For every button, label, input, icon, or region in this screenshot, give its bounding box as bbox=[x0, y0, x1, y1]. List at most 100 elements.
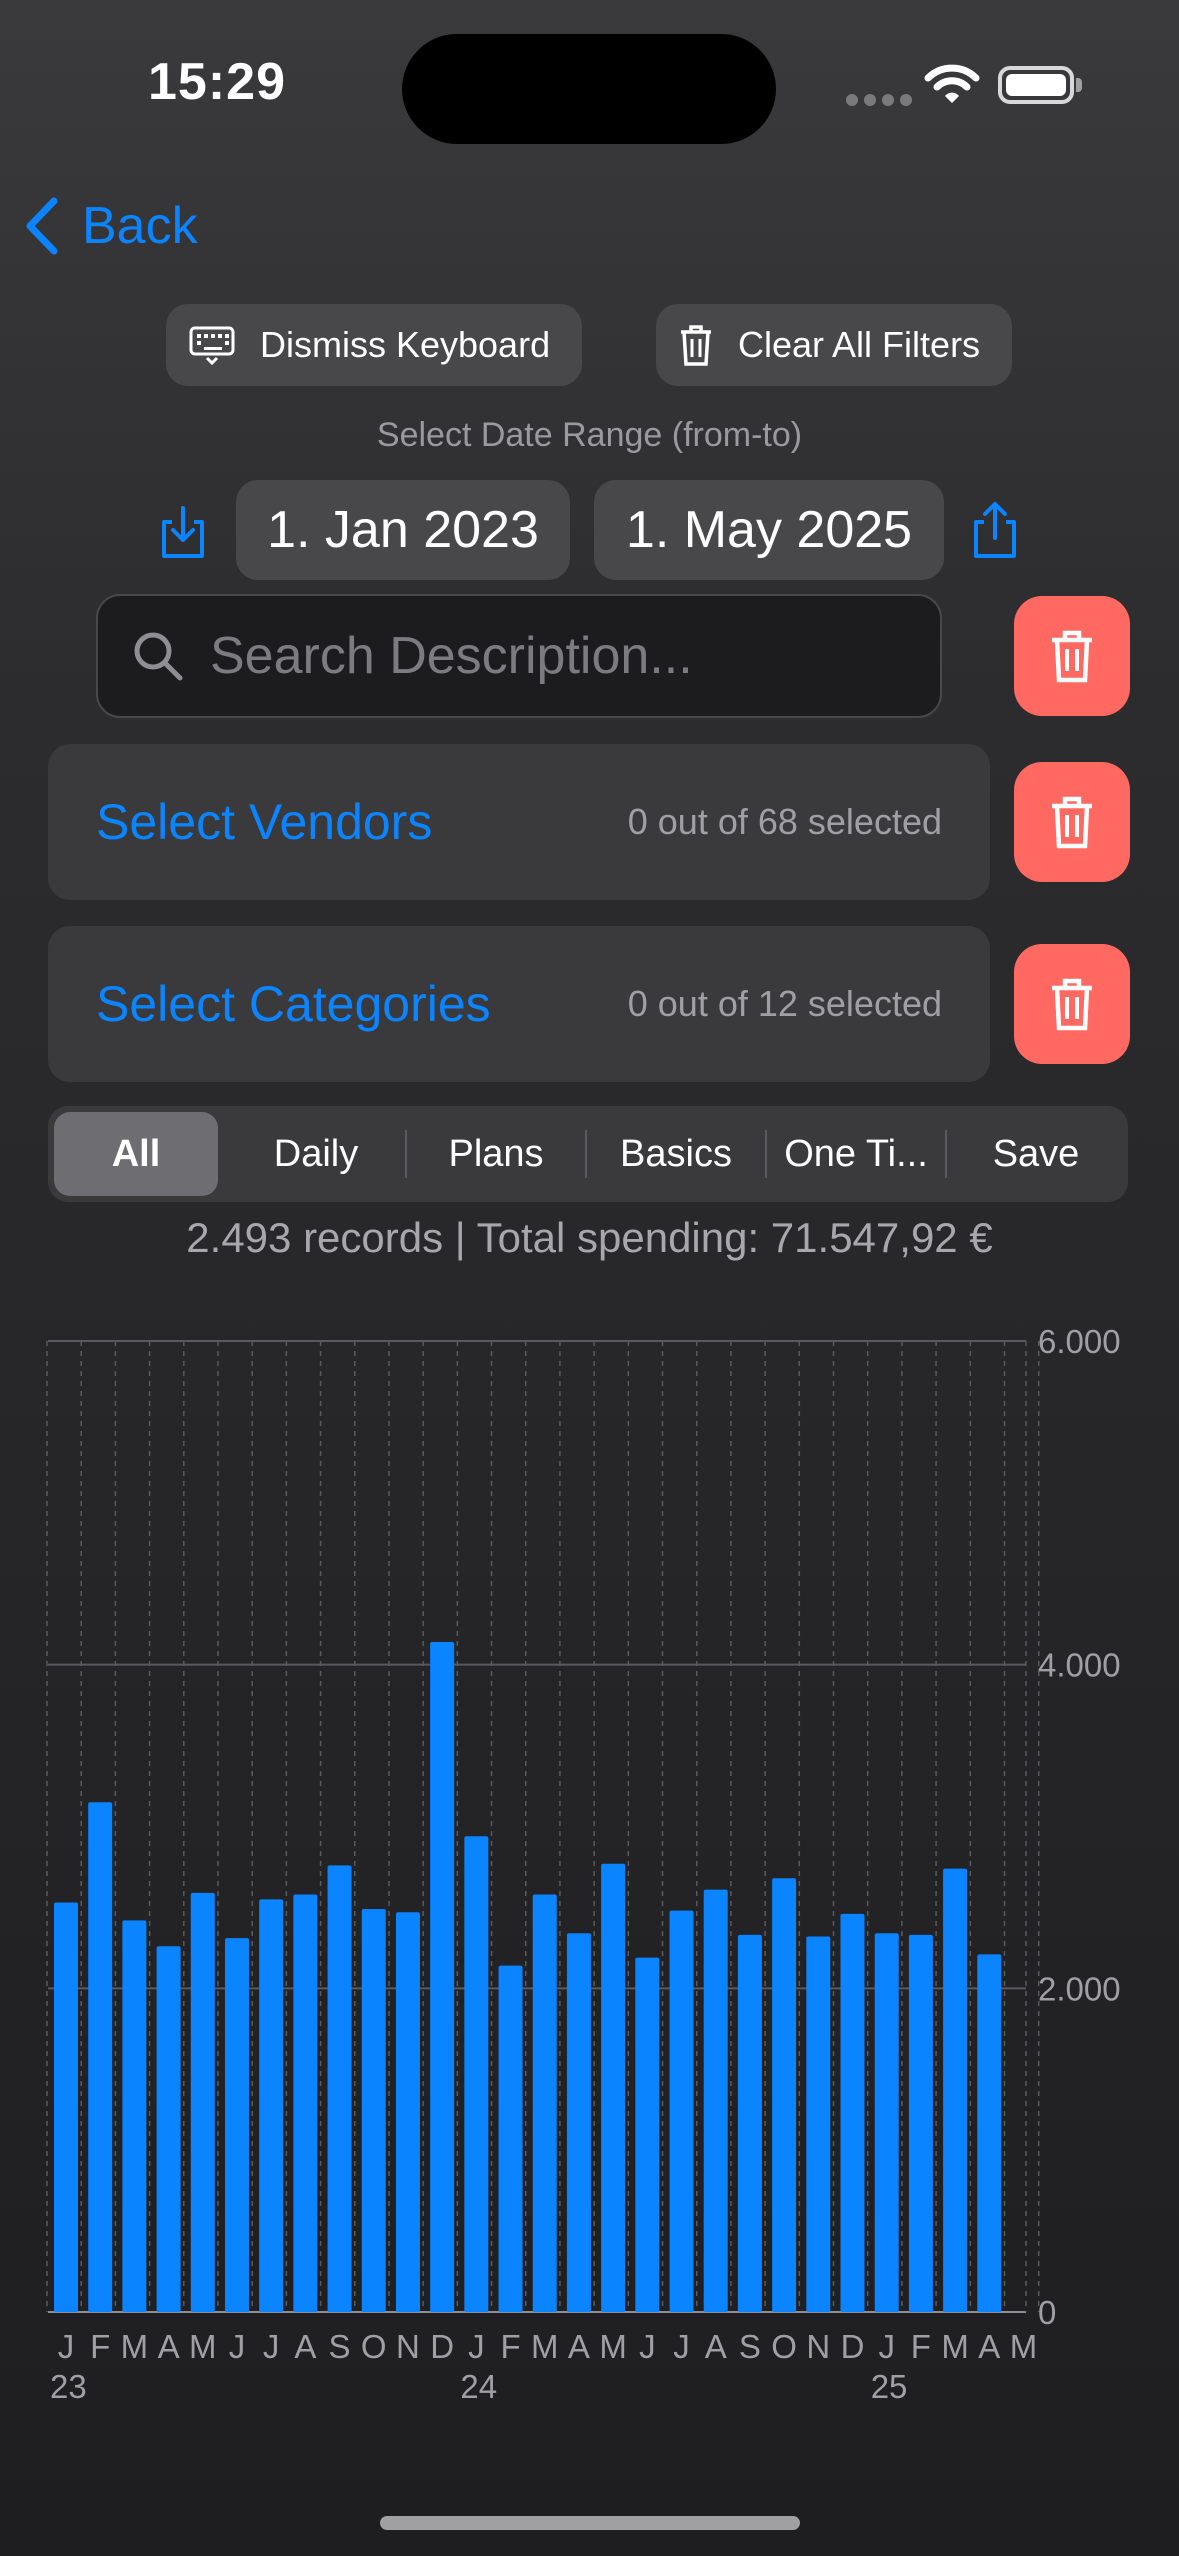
bar bbox=[532, 1894, 557, 2312]
trash-icon bbox=[1052, 630, 1092, 683]
x-tick-label: M bbox=[189, 2328, 217, 2365]
bar bbox=[190, 1892, 215, 2312]
dynamic-island bbox=[402, 34, 776, 144]
x-tick-label: M bbox=[941, 2328, 969, 2365]
x-tick-label: J bbox=[878, 2328, 895, 2365]
battery-icon bbox=[998, 66, 1074, 104]
bar bbox=[498, 1965, 523, 2312]
x-tick-label: A bbox=[568, 2328, 590, 2365]
share-icon[interactable] bbox=[970, 500, 1020, 560]
bar bbox=[669, 1910, 694, 2312]
x-tick-label: M bbox=[531, 2328, 559, 2365]
select-categories-row[interactable]: Select Categories 0 out of 12 selected bbox=[48, 926, 990, 1082]
bar bbox=[88, 1802, 113, 2312]
x-tick-label: F bbox=[90, 2328, 110, 2365]
bar bbox=[772, 1878, 797, 2312]
segment-divider bbox=[585, 1130, 587, 1178]
bar bbox=[840, 1913, 865, 2312]
back-label: Back bbox=[82, 197, 198, 255]
bar bbox=[943, 1868, 968, 2312]
x-tick-label: A bbox=[705, 2328, 727, 2365]
x-tick-label: J bbox=[58, 2328, 75, 2365]
segment-basics[interactable]: Basics bbox=[588, 1112, 764, 1196]
x-tick-label: S bbox=[329, 2328, 351, 2365]
x-tick-label: M bbox=[599, 2328, 627, 2365]
select-vendors-row[interactable]: Select Vendors 0 out of 68 selected bbox=[48, 744, 990, 900]
bar bbox=[977, 1954, 1002, 2312]
date-range-caption: Select Date Range (from-to) bbox=[376, 416, 803, 454]
bar bbox=[566, 1933, 591, 2312]
search-placeholder: Search Description... bbox=[210, 627, 693, 685]
trash-icon bbox=[1052, 978, 1092, 1031]
bar bbox=[395, 1912, 420, 2312]
x-year-label: 25 bbox=[871, 2368, 908, 2405]
x-tick-label: A bbox=[158, 2328, 180, 2365]
back-button[interactable]: Back bbox=[22, 196, 198, 256]
x-tick-label: D bbox=[841, 2328, 865, 2365]
select-categories-label: Select Categories bbox=[96, 976, 491, 1032]
segment-divider bbox=[405, 1130, 407, 1178]
segment-daily[interactable]: Daily bbox=[228, 1112, 404, 1196]
bar bbox=[430, 1642, 455, 2312]
x-tick-label: J bbox=[468, 2328, 485, 2365]
clear-all-filters-button[interactable]: Clear All Filters bbox=[656, 304, 1012, 386]
x-tick-label: F bbox=[911, 2328, 931, 2365]
date-from-picker[interactable]: 1. Jan 2023 bbox=[236, 480, 570, 580]
dismiss-keyboard-label: Dismiss Keyboard bbox=[260, 324, 551, 365]
x-tick-label: M bbox=[1010, 2328, 1038, 2365]
x-tick-label: A bbox=[294, 2328, 316, 2365]
segment-plans[interactable]: Plans bbox=[408, 1112, 584, 1196]
battery-tip bbox=[1076, 78, 1082, 92]
trash-icon bbox=[681, 325, 711, 366]
x-tick-label: J bbox=[229, 2328, 246, 2365]
x-tick-label: J bbox=[673, 2328, 690, 2365]
x-tick-label: O bbox=[771, 2328, 797, 2365]
bar bbox=[156, 1946, 181, 2312]
x-year-label: 23 bbox=[50, 2368, 87, 2405]
clear-categories-button[interactable] bbox=[1014, 944, 1130, 1064]
x-tick-label: A bbox=[978, 2328, 1000, 2365]
bar bbox=[806, 1936, 831, 2312]
segment-divider bbox=[945, 1130, 947, 1178]
categories-count: 0 out of 12 selected bbox=[627, 983, 942, 1024]
segment-all[interactable]: All bbox=[54, 1112, 218, 1196]
x-tick-label: N bbox=[806, 2328, 830, 2365]
date-to-picker[interactable]: 1. May 2025 bbox=[594, 480, 944, 580]
status-time: 15:29 bbox=[148, 53, 286, 111]
home-indicator[interactable] bbox=[380, 2516, 800, 2530]
type-segmented-control: All Daily Plans Basics One Ti... Save bbox=[48, 1106, 1128, 1202]
spending-summary: 2.493 records | Total spending: 71.547,9… bbox=[186, 1214, 993, 1261]
bar bbox=[293, 1894, 318, 2312]
x-tick-label: S bbox=[739, 2328, 761, 2365]
bar bbox=[122, 1920, 147, 2312]
select-vendors-label: Select Vendors bbox=[96, 794, 433, 850]
bar bbox=[737, 1934, 762, 2312]
bar bbox=[908, 1934, 933, 2312]
segment-divider bbox=[765, 1130, 767, 1178]
x-tick-label: F bbox=[500, 2328, 520, 2365]
bar bbox=[259, 1899, 284, 2312]
dismiss-keyboard-button[interactable]: Dismiss Keyboard bbox=[166, 304, 582, 386]
clear-search-button[interactable] bbox=[1014, 596, 1130, 716]
keyboard-icon bbox=[189, 326, 235, 365]
bar bbox=[224, 1938, 249, 2312]
clear-vendors-button[interactable] bbox=[1014, 762, 1130, 882]
x-tick-label: D bbox=[430, 2328, 454, 2365]
trash-icon bbox=[1052, 796, 1092, 849]
segment-one-time[interactable]: One Ti... bbox=[768, 1112, 944, 1196]
x-tick-label: N bbox=[396, 2328, 420, 2365]
bar bbox=[361, 1909, 386, 2312]
y-tick-label: 2.000 bbox=[1038, 1970, 1121, 2007]
segment-save[interactable]: Save bbox=[948, 1112, 1124, 1196]
bar bbox=[54, 1902, 78, 2312]
wifi-icon bbox=[924, 64, 980, 103]
bar bbox=[703, 1889, 728, 2312]
bar bbox=[464, 1836, 489, 2312]
import-icon[interactable] bbox=[158, 504, 208, 560]
x-tick-label: O bbox=[361, 2328, 387, 2365]
bar bbox=[327, 1865, 352, 2312]
bar bbox=[601, 1863, 626, 2312]
chevron-left-icon bbox=[26, 197, 58, 255]
search-input[interactable]: Search Description... bbox=[96, 594, 942, 718]
y-tick-label: 4.000 bbox=[1038, 1647, 1121, 1684]
